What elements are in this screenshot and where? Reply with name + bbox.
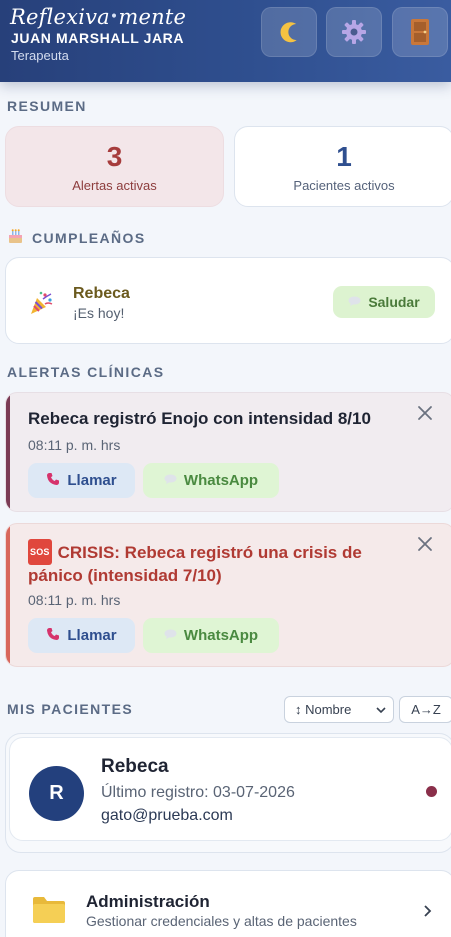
gear-icon	[341, 19, 367, 45]
birthday-patient-name: Rebeca	[73, 285, 130, 302]
folder-icon	[31, 893, 67, 930]
door-icon	[409, 18, 431, 46]
close-icon[interactable]	[416, 404, 434, 422]
patient-card[interactable]: R Rebeca Último registro: 03-07-2026 gat…	[9, 737, 451, 841]
call-button[interactable]: Llamar	[28, 463, 135, 498]
sort-field-select[interactable]: ↕ Nombre	[284, 696, 394, 723]
alert-accent-bar	[6, 393, 10, 511]
whatsapp-button[interactable]: WhatsApp	[143, 463, 279, 498]
alert-message: SOS CRISIS: Rebeca registró una crisis de…	[28, 539, 408, 587]
alert-accent-bar	[6, 524, 10, 666]
phone-icon	[46, 472, 60, 490]
alert-card: Rebeca registró Enojo con intensidad 8/1…	[5, 392, 451, 512]
clinical-alerts-title: ALERTAS CLÍNICAS	[7, 364, 165, 380]
birthdays-header: CUMPLEAÑOS	[7, 228, 146, 247]
summary-title: RESUMEN	[7, 98, 87, 114]
greet-button[interactable]: Saludar	[333, 286, 435, 318]
active-alerts-count: 3	[106, 141, 123, 172]
alert-message: Rebeca registró Enojo con intensidad 8/1…	[28, 409, 371, 428]
administration-subtitle: Gestionar credenciales y altas de pacien…	[86, 913, 357, 929]
avatar: R	[29, 766, 84, 821]
sos-icon: SOS	[28, 539, 52, 565]
user-name: JUAN MARSHALL JARA	[11, 30, 185, 46]
whatsapp-button-label: WhatsApp	[183, 627, 259, 644]
speech-bubble-icon	[164, 627, 177, 644]
app-header: Reflexiva•mente JUAN MARSHALL JARA Terap…	[0, 0, 451, 82]
my-patients-title: MIS PACIENTES	[7, 701, 134, 717]
administration-title: Administración	[86, 892, 210, 911]
cake-icon	[7, 228, 24, 247]
speech-bubble-icon	[348, 294, 361, 310]
patients-list: R Rebeca Último registro: 03-07-2026 gat…	[5, 733, 451, 853]
settings-button[interactable]	[326, 7, 382, 57]
alert-time: 08:11 p. m. hrs	[28, 437, 121, 453]
crisis-alert-card: SOS CRISIS: Rebeca registró una crisis de…	[5, 523, 451, 667]
active-patients-card[interactable]: 1 Pacientes activos	[234, 126, 451, 207]
status-dot	[426, 786, 437, 797]
logout-button[interactable]	[392, 7, 448, 57]
party-popper-icon	[28, 290, 54, 321]
patient-email: gato@prueba.com	[101, 807, 233, 824]
user-role: Terapeuta	[11, 48, 69, 63]
crisis-message-text: CRISIS: Rebeca registró una crisis de pá…	[28, 543, 362, 585]
active-alerts-label: Alertas activas	[72, 178, 157, 193]
phone-icon	[46, 627, 60, 645]
active-patients-label: Pacientes activos	[293, 178, 395, 193]
whatsapp-button[interactable]: WhatsApp	[143, 618, 279, 653]
app-logo: Reflexiva•mente	[10, 5, 187, 29]
call-button[interactable]: Llamar	[28, 618, 135, 653]
patient-name: Rebeca	[101, 756, 169, 777]
birthday-subtitle: ¡Es hoy!	[73, 305, 125, 321]
sort-field-value: ↕ Nombre	[295, 702, 352, 717]
moon-icon	[276, 19, 302, 45]
speech-bubble-icon	[164, 472, 177, 489]
call-button-label: Llamar	[67, 472, 117, 489]
chevron-right-icon	[422, 904, 432, 923]
active-patients-count: 1	[336, 141, 352, 172]
theme-toggle-button[interactable]	[261, 7, 317, 57]
chevron-down-icon	[375, 704, 387, 719]
active-alerts-card[interactable]: 3 Alertas activas	[5, 126, 224, 207]
administration-card[interactable]: Administración Gestionar credenciales y …	[5, 870, 451, 937]
greet-button-label: Saludar	[368, 294, 420, 310]
whatsapp-button-label: WhatsApp	[183, 472, 259, 489]
patient-last-record: Último registro: 03-07-2026	[101, 784, 295, 801]
sort-order-button[interactable]: A→Z	[399, 696, 451, 723]
alert-time: 08:11 p. m. hrs	[28, 592, 121, 608]
birthday-card: Rebeca ¡Es hoy! Saludar	[5, 257, 451, 344]
birthdays-title: CUMPLEAÑOS	[32, 229, 146, 246]
call-button-label: Llamar	[67, 627, 117, 644]
close-icon[interactable]	[416, 535, 434, 553]
